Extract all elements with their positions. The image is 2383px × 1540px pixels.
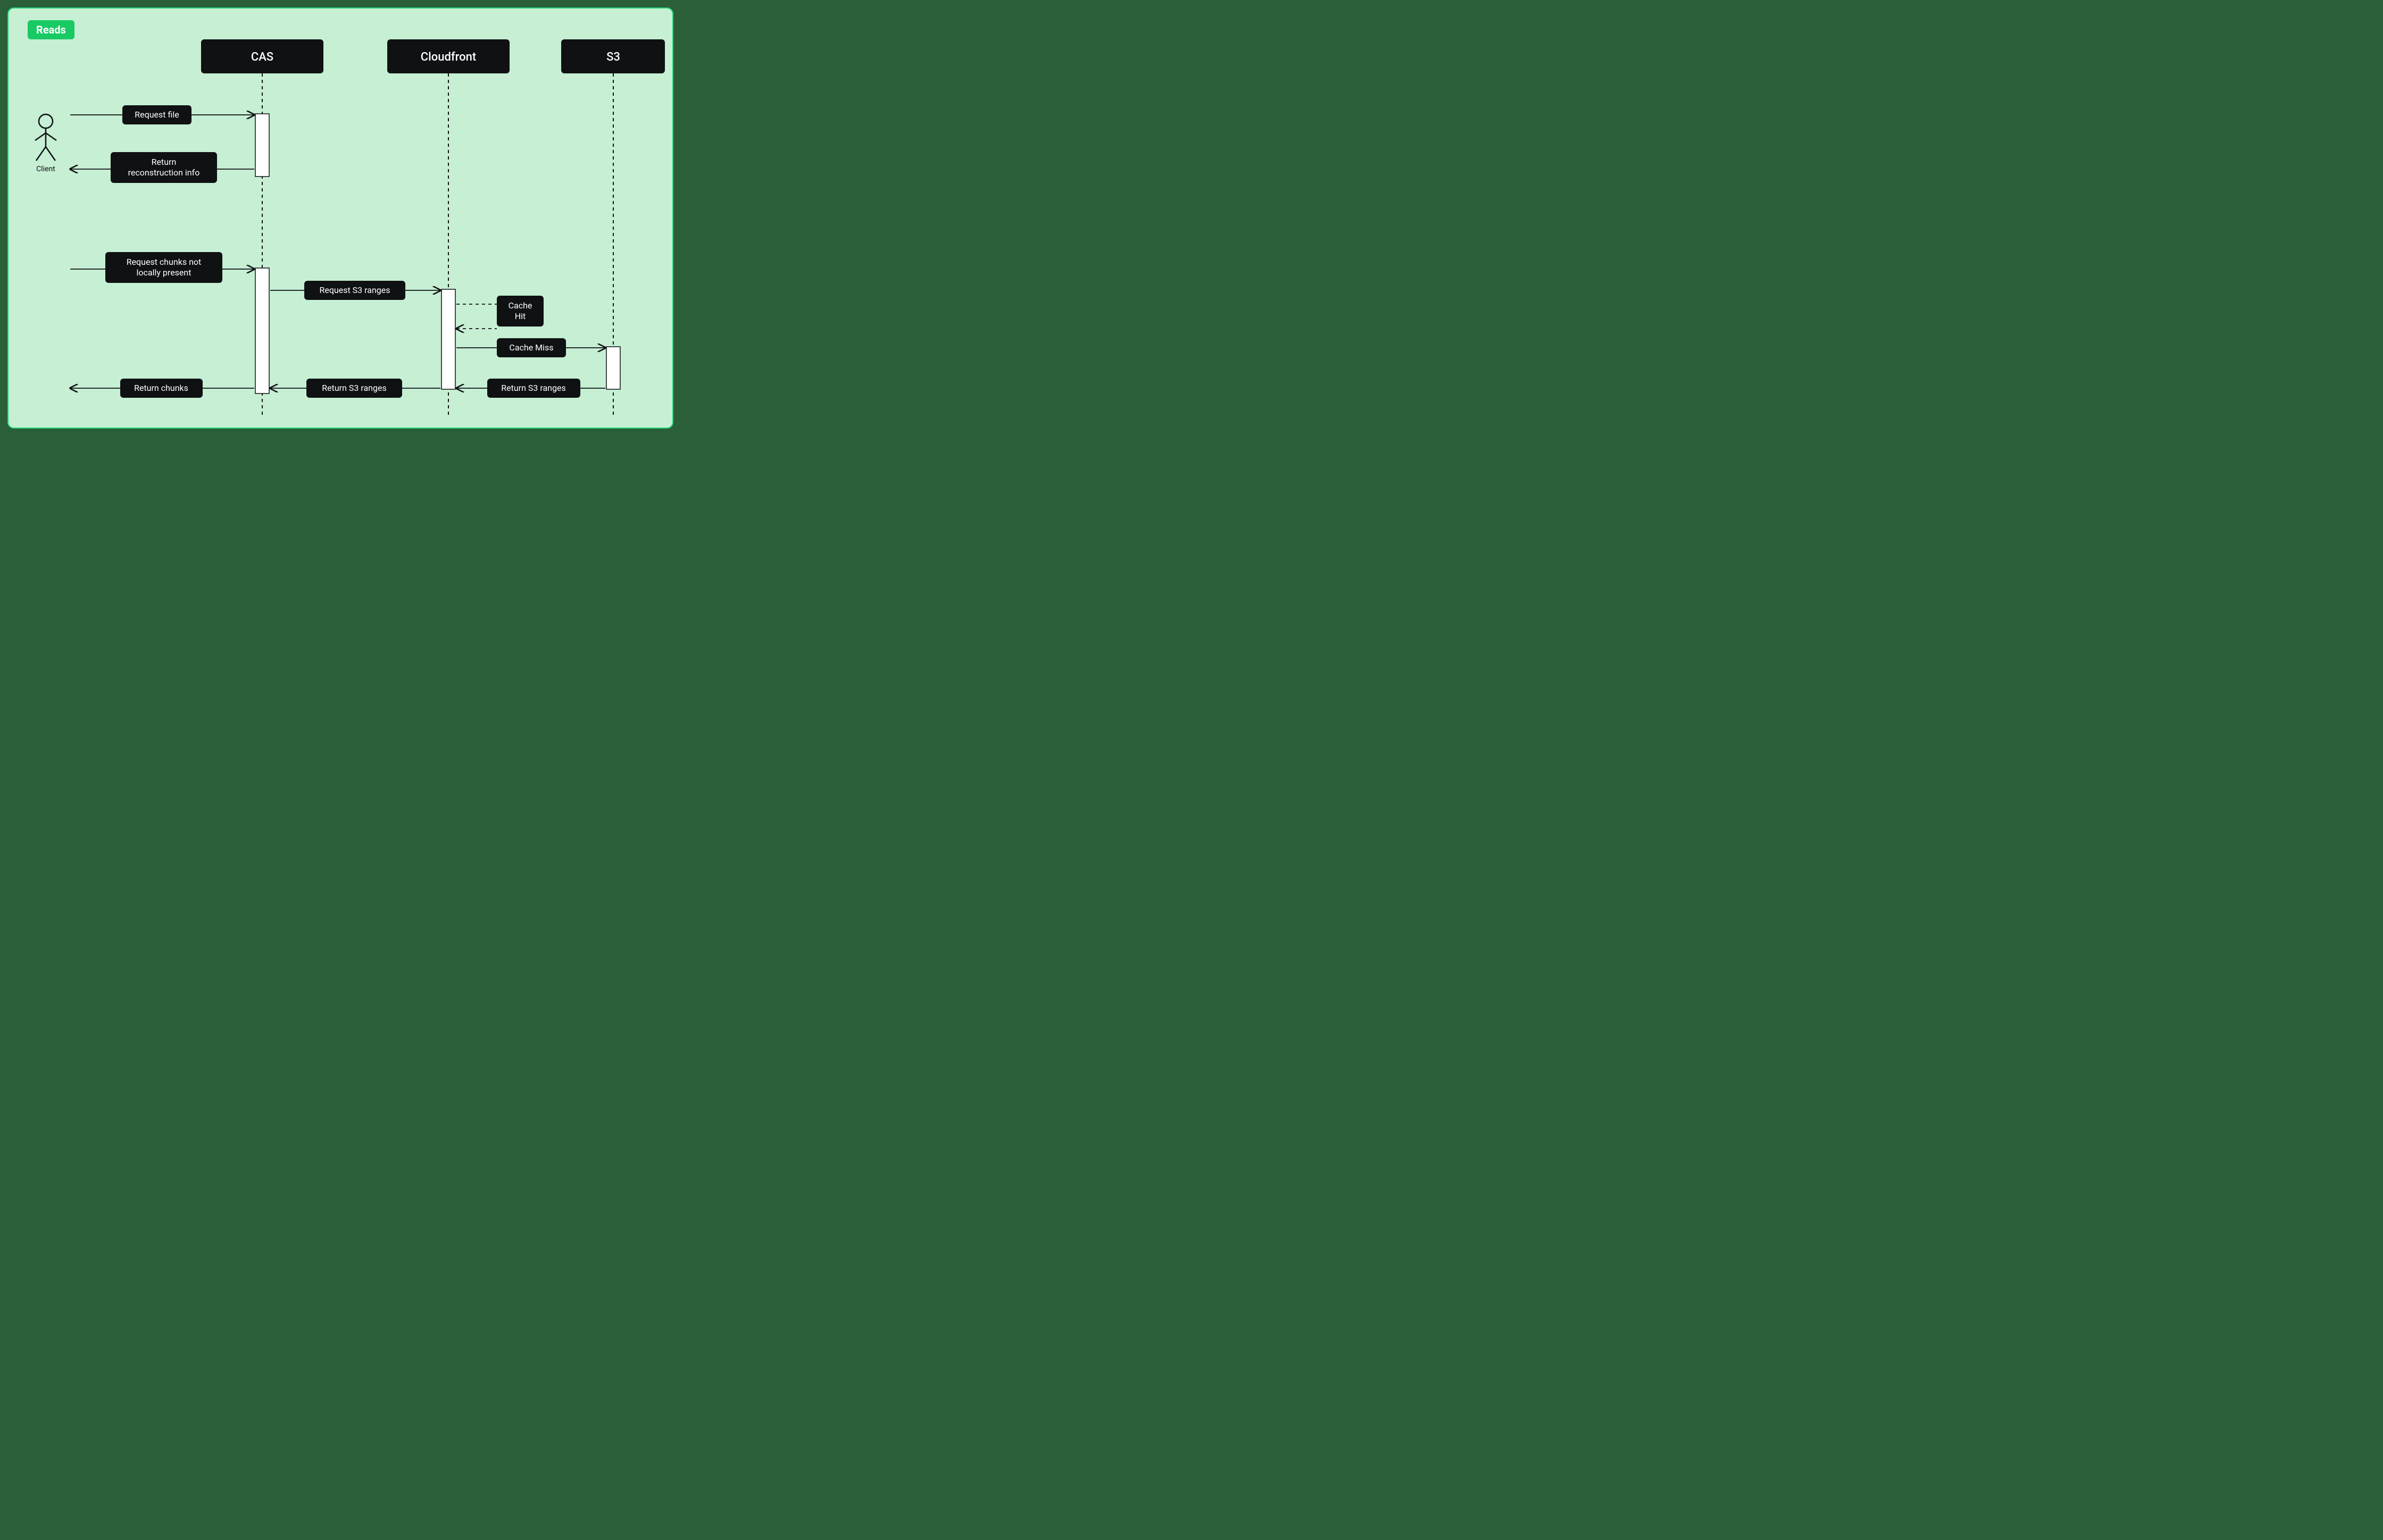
svg-text:S3: S3 [606,51,620,64]
msg-return-s3-ranges-s3: Return S3 ranges [501,383,565,393]
client-actor-icon [35,114,56,161]
diagram-title-tag: Reads [28,20,74,39]
msg-return-reconstruction-l1: Return [152,157,177,167]
cloudfront-activation [441,289,455,389]
reads-sequence-diagram: Reads Client CAS [7,7,673,429]
svg-text:Cloudfront: Cloudfront [421,51,476,64]
msg-cache-hit-l2: Hit [515,311,526,321]
msg-request-chunks-l2: locally present [137,267,191,278]
msg-cache-hit-l1: Cache [509,300,532,311]
msg-return-s3-ranges-cf: Return S3 ranges [322,383,386,393]
msg-return-reconstruction-l2: reconstruction info [128,168,200,178]
s3-header: S3 [561,39,665,73]
cas-header: CAS [201,39,323,73]
msg-request-file: Request file [135,110,179,120]
cloudfront-header: Cloudfront [387,39,510,73]
svg-text:CAS: CAS [251,51,273,64]
msg-cache-miss: Cache Miss [509,342,553,353]
cas-activation-1 [255,114,269,177]
client-label: Client [36,165,55,173]
msg-return-chunks: Return chunks [134,383,188,393]
s3-activation [606,347,620,389]
msg-request-s3-ranges: Request S3 ranges [319,285,390,295]
msg-request-chunks-l1: Request chunks not [127,257,202,267]
sequence-svg: Client CAS Cloudfront S3 [9,9,673,429]
cache-hit-loop [456,304,497,329]
cas-activation-2 [255,268,269,394]
